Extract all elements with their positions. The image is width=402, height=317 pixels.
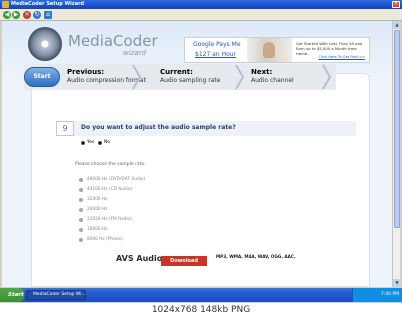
- forward-button[interactable]: ▶: [12, 11, 20, 19]
- ad-headline[interactable]: Google Pays Me: [193, 41, 241, 48]
- window-title: MediaCoder Setup Wizard: [11, 1, 85, 7]
- step-current-title: Current:: [160, 68, 193, 76]
- taskbar-item[interactable]: MediaCoder Setup Wi...: [26, 290, 86, 300]
- radio-dot[interactable]: [79, 188, 83, 192]
- toolbar: ◀ ▶ ✕ ↻ ⌂: [0, 9, 402, 21]
- wizard-steps: Previous: Audio compression format Curre…: [24, 64, 336, 90]
- mediacoder-logo: MediaCoder wizard: [28, 27, 173, 61]
- screenshot: MediaCoder Setup Wizard ✕ ◀ ▶ ✕ ↻ ⌂ Medi…: [0, 0, 402, 303]
- step-previous-title: Previous:: [67, 68, 105, 76]
- rates-prompt: Please choose the sample rate.: [75, 162, 146, 167]
- step-next-title: Next:: [251, 68, 273, 76]
- logo-subtitle: wizard: [123, 49, 146, 57]
- clock: 7:40 PM: [380, 292, 399, 297]
- system-tray: 7:40 PM: [352, 288, 402, 302]
- bottom-ad[interactable]: AVS Audio Download MP3, WMA, M4A, WAV, O…: [99, 254, 299, 266]
- start-button[interactable]: Start: [0, 288, 24, 302]
- bottom-ad-brand: AVS Audio: [116, 254, 163, 263]
- download-button[interactable]: Download: [161, 256, 207, 266]
- banner-ad[interactable]: Google Pays Me $127 an Hour Get Started …: [184, 37, 370, 63]
- rate-label[interactable]: 24000 Hz: [87, 207, 108, 212]
- ad-link[interactable]: $127 an Hour: [195, 51, 236, 58]
- question-text: Do you want to adjust the audio sample r…: [81, 124, 236, 131]
- back-button[interactable]: ◀: [3, 11, 11, 19]
- rate-label[interactable]: 8000 Hz (Phone): [87, 237, 123, 242]
- radio-no-label[interactable]: No: [104, 140, 110, 145]
- step-divider-1: [132, 64, 142, 90]
- ad-photo: [247, 38, 292, 62]
- rate-label[interactable]: 16000 Hz: [87, 227, 108, 232]
- title-bar: MediaCoder Setup Wizard ✕: [0, 0, 402, 9]
- home-button[interactable]: ⌂: [44, 11, 52, 19]
- radio-dot[interactable]: [79, 228, 83, 232]
- radio-dot[interactable]: [79, 178, 83, 182]
- step-divider-3: [322, 64, 332, 90]
- radio-dot[interactable]: [79, 208, 83, 212]
- rate-label[interactable]: 22050 Hz (FM Radio): [87, 217, 132, 222]
- step-divider-2: [235, 64, 245, 90]
- ad-cta-link[interactable]: Click Here To Get Paid >>: [319, 55, 366, 59]
- radio-dot[interactable]: [79, 218, 83, 222]
- scroll-up-arrow-icon[interactable]: ▲: [393, 21, 401, 29]
- question-header: 9 Do you want to adjust the audio sample…: [56, 121, 356, 136]
- app-icon: [2, 1, 9, 8]
- ad-body: Get Started With Less Than $0 and Earn u…: [296, 41, 363, 56]
- rate-label[interactable]: 32000 Hz: [87, 197, 108, 202]
- step-next-label[interactable]: Audio channel: [251, 77, 294, 84]
- image-caption: 1024x768 148kb PNG: [0, 303, 402, 317]
- radio-yes-label[interactable]: Yes: [87, 140, 94, 145]
- stop-button[interactable]: ✕: [23, 11, 31, 19]
- radio-yes[interactable]: [81, 141, 85, 145]
- refresh-button[interactable]: ↻: [33, 11, 41, 19]
- browser-content: MediaCoder wizard Google Pays Me $127 an…: [2, 21, 400, 287]
- close-button[interactable]: ✕: [392, 1, 400, 8]
- question-number: 9: [56, 121, 74, 136]
- logo-name: MediaCoder: [68, 32, 158, 50]
- start-over-button[interactable]: Start Over: [24, 67, 60, 98]
- scroll-thumb[interactable]: [394, 30, 400, 228]
- rate-label[interactable]: 44100 Hz (CD Audio): [87, 187, 132, 192]
- radio-dot[interactable]: [79, 198, 83, 202]
- radio-dot[interactable]: [79, 238, 83, 242]
- bottom-ad-formats: MP3, WMA, M4A, WAV, OGG, AAC,: [216, 254, 296, 259]
- disc-icon: [28, 27, 62, 61]
- radio-no[interactable]: [98, 141, 102, 145]
- taskbar: Start MediaCoder Setup Wi... 7:40 PM: [0, 288, 402, 302]
- scroll-down-arrow-icon[interactable]: ▼: [393, 279, 401, 287]
- step-current-label: Audio sampling rate: [160, 77, 221, 84]
- rate-label[interactable]: 48000 Hz (DVD/DAT Audio): [87, 177, 145, 182]
- vertical-scrollbar[interactable]: ▲ ▼: [392, 21, 401, 287]
